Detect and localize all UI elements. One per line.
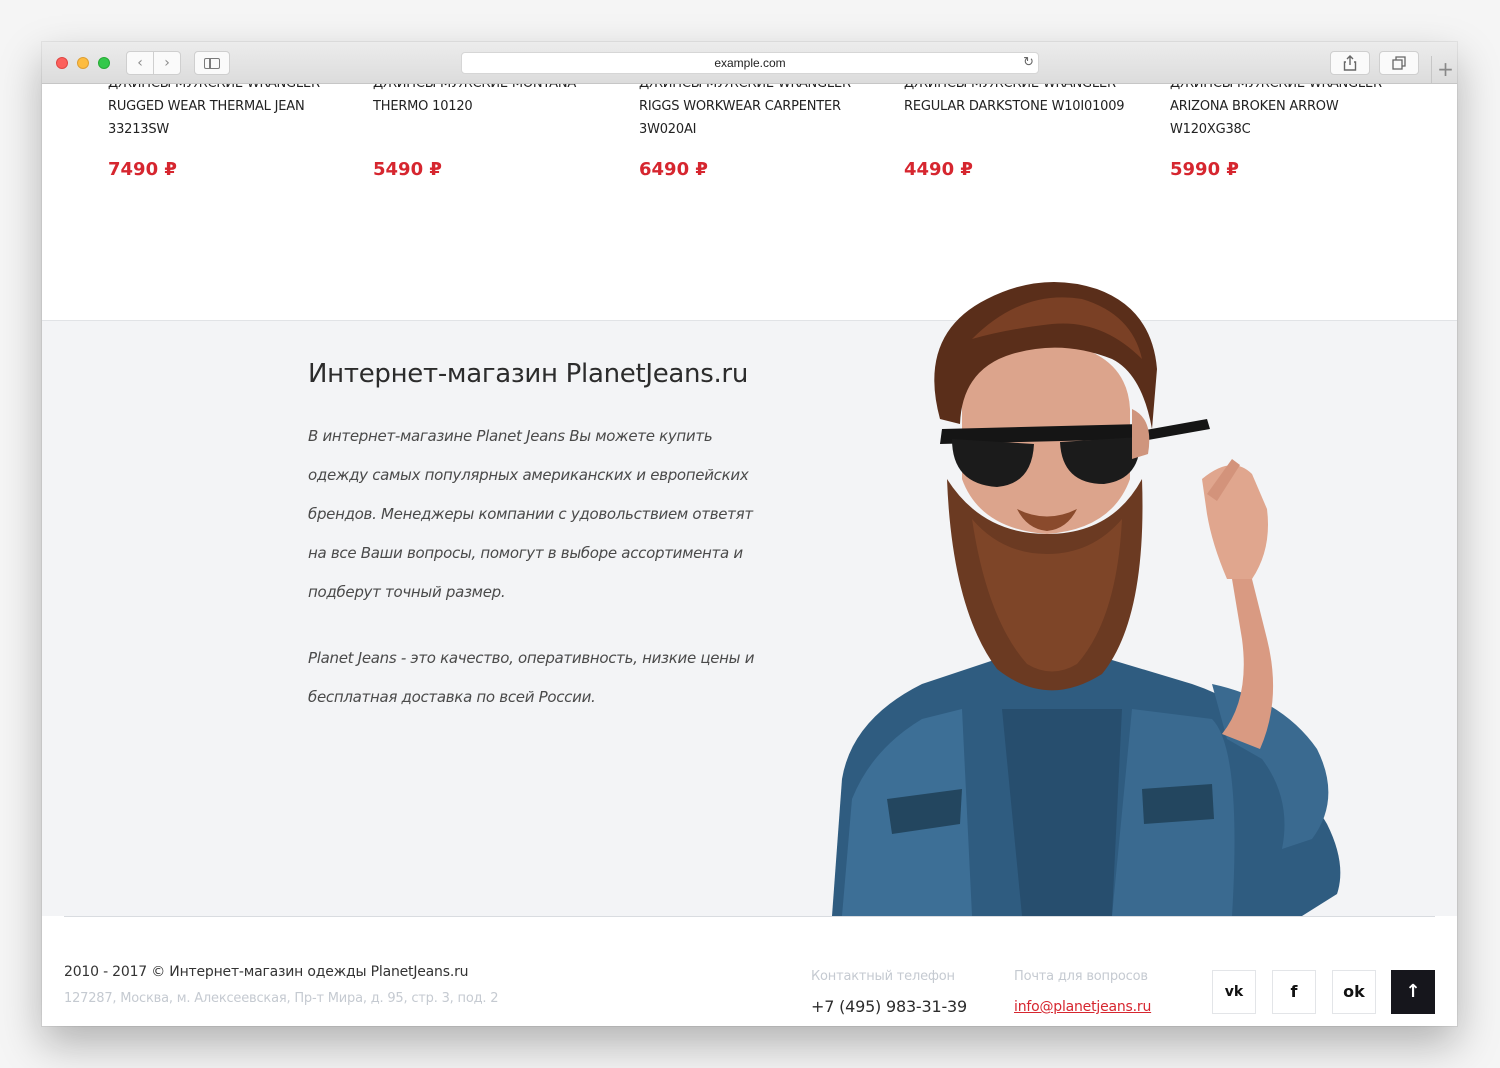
- phone-number[interactable]: +7 (495) 983-31-39: [811, 997, 967, 1016]
- product-title-line[interactable]: 33213SW: [108, 118, 338, 141]
- product-title-line[interactable]: RUGGED WEAR THERMAL JEAN: [108, 95, 338, 118]
- sidebar-button[interactable]: [194, 51, 230, 75]
- footer: 2010 - 2017 © Интернет-магазин одежды Pl…: [42, 916, 1457, 1026]
- chevron-right-icon: ›: [164, 55, 170, 71]
- email-link[interactable]: info@planetjeans.ru: [1014, 999, 1151, 1015]
- product-card[interactable]: ДЖИНСЫ МУЖСКИЕ MONTANA THERMO 10120 5490…: [373, 72, 603, 180]
- email-label: Почта для вопросов: [1014, 969, 1148, 984]
- product-title-line[interactable]: [373, 118, 603, 141]
- plus-icon: +: [1437, 57, 1454, 81]
- product-title-line[interactable]: 3W020AI: [639, 118, 869, 141]
- address-url: example.com: [714, 56, 786, 70]
- product-title-line[interactable]: REGULAR DARKSTONE W10I01009: [904, 95, 1134, 118]
- arrow-up-icon: ↑: [1405, 981, 1421, 1002]
- product-price: 5490 ₽: [373, 159, 442, 180]
- browser-toolbar: ‹ › example.com ↻ +: [42, 42, 1457, 84]
- forward-button[interactable]: ›: [153, 51, 181, 75]
- product-title-line[interactable]: ARIZONA BROKEN ARROW: [1170, 95, 1400, 118]
- product-card[interactable]: ДЖИНСЫ МУЖСКИЕ WRANGLER REGULAR DARKSTON…: [904, 72, 1134, 180]
- share-icon: [1343, 55, 1357, 71]
- close-window-button[interactable]: [56, 57, 68, 69]
- odnoklassniki-button[interactable]: ok: [1332, 970, 1376, 1014]
- product-title-line[interactable]: RIGGS WORKWEAR CARPENTER: [639, 95, 869, 118]
- vk-icon: vk: [1224, 984, 1244, 1000]
- footer-copyright: 2010 - 2017 © Интернет-магазин одежды Pl…: [64, 964, 469, 980]
- sidebar-icon: [204, 58, 220, 69]
- reload-icon[interactable]: ↻: [1023, 53, 1034, 73]
- tabs-button[interactable]: [1379, 51, 1419, 75]
- tabs-icon: [1392, 56, 1406, 70]
- chevron-left-icon: ‹: [137, 55, 143, 71]
- product-price: 7490 ₽: [108, 159, 177, 180]
- share-button[interactable]: [1330, 51, 1370, 75]
- about-paragraph: В интернет-магазине Planet Jeans Вы може…: [308, 427, 753, 601]
- product-title-line[interactable]: W120XG38C: [1170, 118, 1400, 141]
- odnoklassniki-icon: ok: [1343, 982, 1365, 1001]
- bearded-man-image: [832, 281, 1341, 916]
- product-price: 6490 ₽: [639, 159, 708, 180]
- browser-window: ‹ › example.com ↻ + RUGGED WEAR THERMAL …: [42, 42, 1457, 1026]
- product-price: 4490 ₽: [904, 159, 973, 180]
- back-button[interactable]: ‹: [126, 51, 154, 75]
- product-card[interactable]: ДЖИНСЫ МУЖСКИЕ WRANGLER RIGGS WORKWEAR C…: [639, 72, 869, 180]
- product-title-line[interactable]: [904, 118, 1134, 141]
- about-heading: Интернет-магазин PlanetJeans.ru: [308, 359, 749, 389]
- product-title-line[interactable]: THERMO 10120: [373, 95, 603, 118]
- phone-label: Контактный телефон: [811, 969, 955, 984]
- vk-button[interactable]: vk: [1212, 970, 1256, 1014]
- product-card[interactable]: ДЖИНСЫ МУЖСКИЕ WRANGLER RUGGED WEAR THER…: [108, 72, 338, 180]
- scroll-to-top-button[interactable]: ↑: [1391, 970, 1435, 1014]
- footer-divider: [64, 916, 1435, 917]
- address-bar[interactable]: example.com ↻: [461, 52, 1039, 74]
- new-tab-button[interactable]: +: [1431, 56, 1457, 84]
- facebook-icon: f: [1290, 982, 1298, 1001]
- footer-address: 127287, Москва, м. Алексеевская, Пр-т Ми…: [64, 991, 499, 1006]
- about-paragraph: Planet Jeans - это качество, оперативнос…: [308, 649, 755, 706]
- maximize-window-button[interactable]: [98, 57, 110, 69]
- product-card[interactable]: ДЖИНСЫ МУЖСКИЕ WRANGLER ARIZONA BROKEN A…: [1170, 72, 1400, 180]
- facebook-button[interactable]: f: [1272, 970, 1316, 1014]
- product-price: 5990 ₽: [1170, 159, 1239, 180]
- minimize-window-button[interactable]: [77, 57, 89, 69]
- page: ДЖИНСЫ МУЖСКИЕ WRANGLER RUGGED WEAR THER…: [42, 76, 1457, 1026]
